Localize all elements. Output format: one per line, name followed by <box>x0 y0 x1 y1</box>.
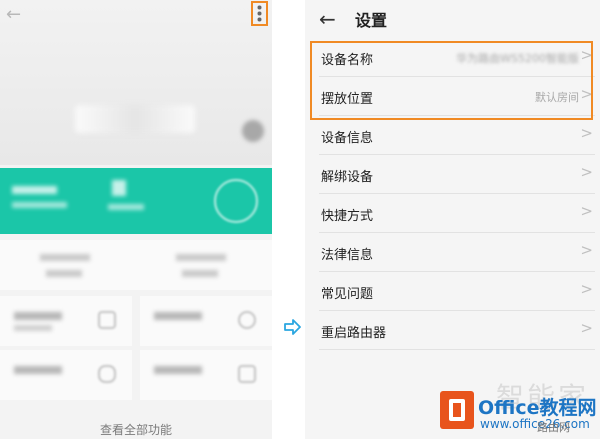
child-icon <box>238 311 256 329</box>
view-all-link[interactable]: 查看全部功能 <box>0 421 272 438</box>
more-vertical-icon <box>257 5 262 22</box>
settings-row-reboot[interactable]: 重启路由器 > <box>319 311 595 350</box>
blurred-text <box>108 204 144 210</box>
chevron-right-icon: > <box>580 280 593 298</box>
settings-header: ← 设置 <box>305 0 600 36</box>
router-home-screen: ← 查看全部功能 <box>0 0 272 439</box>
blurred-text <box>46 270 82 277</box>
function-tile[interactable] <box>140 350 272 400</box>
office-logo-icon <box>440 391 474 429</box>
function-tile[interactable] <box>0 296 132 346</box>
right-arrow-icon <box>284 319 301 335</box>
blurred-text <box>154 312 202 320</box>
blurred-text <box>154 366 202 374</box>
blurred-text <box>14 312 62 320</box>
blurred-text <box>14 325 52 331</box>
blurred-text <box>176 254 226 261</box>
shield-icon <box>98 365 116 383</box>
connection-status-card[interactable] <box>0 168 272 234</box>
settings-row-device-info[interactable]: 设备信息 > <box>319 116 595 155</box>
blurred-text <box>182 270 218 277</box>
blurred-text <box>12 202 67 208</box>
settings-row-faq[interactable]: 常见问题 > <box>319 272 595 311</box>
chevron-right-icon: > <box>580 319 593 337</box>
blurred-text <box>14 366 62 374</box>
settings-row-unbind[interactable]: 解绑设备 > <box>319 155 595 194</box>
row-label: 法律信息 <box>321 248 374 263</box>
row-label: 解绑设备 <box>321 170 374 185</box>
row-label: 快捷方式 <box>321 209 374 224</box>
more-options-button[interactable] <box>251 1 268 26</box>
boost-button[interactable] <box>214 179 258 223</box>
device-icon <box>98 311 116 329</box>
chevron-right-icon: > <box>580 241 593 259</box>
row-label: 设备信息 <box>321 131 374 146</box>
blurred-text <box>40 254 90 261</box>
row-label: 常见问题 <box>321 287 374 302</box>
watermark-url: www.office26.com <box>480 417 590 431</box>
watermark-tag: 路由网 <box>537 421 570 434</box>
settings-row-legal[interactable]: 法律信息 > <box>319 233 595 272</box>
avatar[interactable] <box>242 120 264 142</box>
router-image <box>75 105 195 133</box>
back-arrow-icon[interactable]: ← <box>319 7 336 31</box>
function-tile[interactable] <box>0 350 132 400</box>
router-status-area <box>0 0 272 165</box>
chevron-right-icon: > <box>580 163 593 181</box>
highlight-box <box>310 41 593 120</box>
page-title: 设置 <box>355 11 388 30</box>
report-icon <box>238 365 256 383</box>
watermark-brand: Office教程网 <box>478 397 597 419</box>
back-arrow-icon[interactable]: ← <box>6 4 21 25</box>
chevron-right-icon: > <box>580 124 593 142</box>
row-label: 重启路由器 <box>321 326 387 341</box>
blurred-icon <box>112 180 126 196</box>
blurred-text <box>12 186 57 194</box>
speed-stats <box>0 240 272 290</box>
chevron-right-icon: > <box>580 202 593 220</box>
function-tiles <box>0 296 272 400</box>
settings-row-shortcut[interactable]: 快捷方式 > <box>319 194 595 233</box>
function-tile[interactable] <box>140 296 272 346</box>
